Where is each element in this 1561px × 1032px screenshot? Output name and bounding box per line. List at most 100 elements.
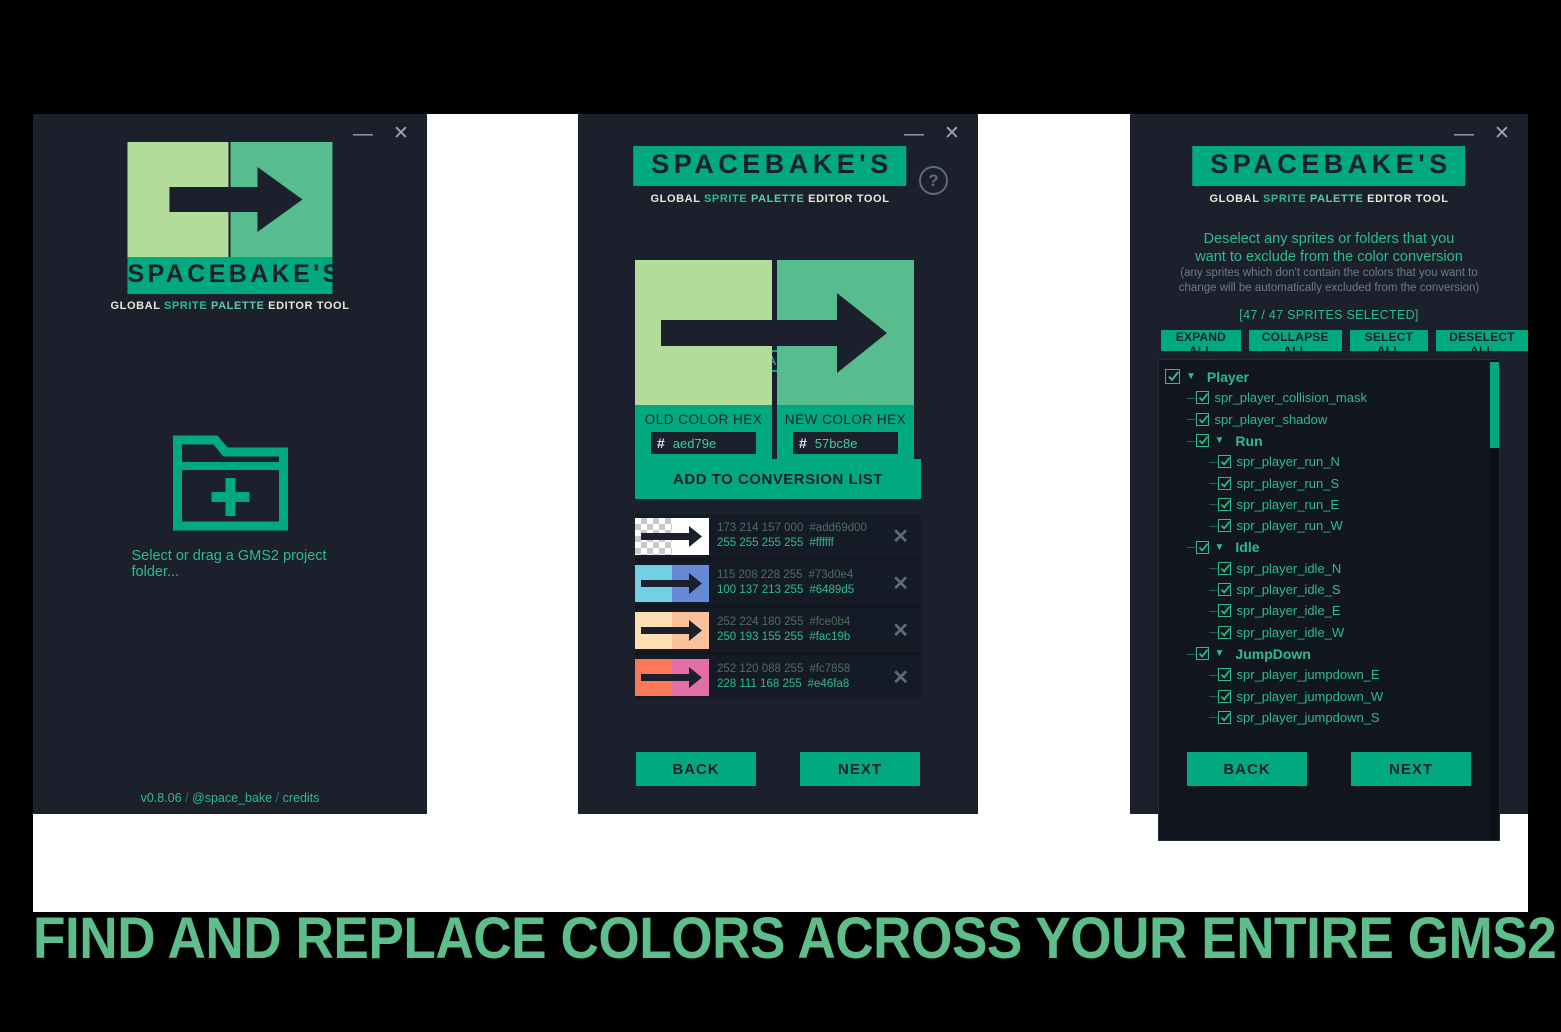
back-button[interactable]: BACK [636, 752, 756, 786]
tree-expand-toggle[interactable]: ▼ [1215, 435, 1225, 446]
tree-row[interactable]: ─ spr_player_idle_N [1159, 558, 1499, 579]
old-color-preview[interactable] [635, 260, 772, 405]
tagline-part-sprite: SPRITE [1262, 193, 1310, 205]
app-logo-small: SPACEBAKE'S GLOBAL SPRITE PALETTE EDITOR… [1192, 146, 1466, 205]
close-button[interactable]: ✕ [389, 122, 413, 146]
tree-checkbox[interactable] [1165, 369, 1180, 385]
tree-row[interactable]: ─ spr_player_collision_mask [1159, 387, 1499, 408]
tree-checkbox[interactable] [1217, 710, 1231, 724]
tree-checkbox[interactable] [1217, 583, 1231, 597]
tree-toolbar: EXPAND ALL COLLAPSE ALL SELECT ALL DESELECT… [1161, 330, 1528, 358]
twitter-handle-link[interactable]: @space_bake [192, 791, 272, 805]
tagline-part-tool: TOOL [856, 193, 890, 205]
old-color-hex-value[interactable]: aed79e [673, 436, 716, 451]
old-color-swatch[interactable]: OLD COLOR HEX # aed79e [635, 260, 772, 463]
minimize-button[interactable]: — [902, 122, 926, 146]
logo-wordmark: SPACEBAKE'S [127, 257, 339, 294]
old-color-hex-input[interactable]: # aed79e [651, 432, 756, 454]
tree-checkbox[interactable] [1217, 561, 1231, 575]
tree-checkbox[interactable] [1217, 604, 1231, 618]
tree-row[interactable]: ─ spr_player_shadow [1159, 409, 1499, 430]
back-button[interactable]: BACK [1187, 752, 1307, 786]
tree-tool-button-expand-all[interactable]: EXPAND ALL [1161, 330, 1241, 358]
tree-row[interactable]: ─ spr_player_jumpdown_E [1159, 664, 1499, 685]
tree-row[interactable]: ─ ▼ JumpDown [1159, 643, 1499, 664]
tree-item-label: spr_player_idle_S [1236, 582, 1341, 598]
add-to-conversion-list-button[interactable]: ADD TO CONVERSION LIST [635, 459, 921, 499]
tree-tool-button-collapse-all[interactable]: COLLAPSE ALL [1248, 330, 1342, 358]
new-color-hex-input[interactable]: # 57bc8e [793, 432, 898, 454]
conversion-new-values: 100 137 213 255 #6489d5 [717, 584, 855, 596]
tree-row[interactable]: ─ spr_player_run_S [1159, 472, 1499, 493]
tree-row[interactable]: ─ spr_player_jumpdown_W [1159, 685, 1499, 706]
tree-connector: ─ [1209, 476, 1218, 491]
tagline-part-palette: PALETTE [210, 300, 269, 312]
folder-plus-icon[interactable] [171, 434, 289, 532]
tree-expand-toggle[interactable]: ▼ [1215, 648, 1225, 659]
tree-item-label: spr_player_idle_E [1236, 603, 1341, 619]
tree-tool-button-select-all[interactable]: SELECT ALL [1349, 330, 1429, 358]
help-icon[interactable]: ? [919, 166, 948, 195]
tree-row[interactable]: ─ spr_player_idle_S [1159, 579, 1499, 600]
next-button[interactable]: NEXT [800, 752, 920, 786]
new-color-preview[interactable] [777, 260, 914, 405]
tree-checkbox[interactable] [1217, 668, 1231, 682]
instruction-text: Deselect any sprites or folders that you… [1130, 230, 1528, 267]
tree-connector: ─ [1209, 497, 1218, 512]
tree-expand-toggle[interactable]: ▼ [1186, 371, 1196, 382]
tree-row[interactable]: ─ spr_player_run_W [1159, 515, 1499, 536]
drop-zone-label: Select or drag a GMS2 project folder... [131, 548, 327, 580]
tree-checkbox[interactable] [1217, 625, 1231, 639]
tree-scrollbar-thumb[interactable] [1490, 362, 1499, 448]
new-color-hex-value[interactable]: 57bc8e [815, 436, 858, 451]
sprite-count-label: [47 / 47 SPRITES SELECTED] [1239, 308, 1419, 322]
tree-connector: ─ [1187, 412, 1196, 427]
tree-connector: ─ [1209, 454, 1218, 469]
tree-checkbox[interactable] [1195, 391, 1209, 405]
tree-checkbox[interactable] [1195, 540, 1209, 554]
tree-checkbox[interactable] [1217, 497, 1231, 511]
remove-conversion-button[interactable]: ✕ [886, 665, 915, 690]
conversion-values: 115 208 228 255 #73d0e4 100 137 213 255 #6… [709, 568, 886, 597]
conversion-row[interactable]: 252 120 088 255 #fc7858 228 111 168 255 #e… [635, 655, 921, 699]
tree-row[interactable]: ─ spr_player_run_N [1159, 451, 1499, 472]
conversion-new-values: 250 193 155 255 #fac19b [717, 631, 851, 643]
new-color-swatch[interactable]: NEW COLOR HEX # 57bc8e [777, 260, 914, 463]
folder-drop-zone[interactable]: Select or drag a GMS2 project folder... [132, 434, 329, 580]
remove-conversion-button[interactable]: ✕ [886, 571, 915, 596]
conversion-row[interactable]: 252 224 180 255 #fce0b4 250 193 155 255 #f… [635, 608, 921, 652]
logo-wordmark: SPACEBAKE'S [1192, 146, 1466, 186]
tree-checkbox[interactable] [1217, 519, 1231, 533]
hash-prefix: # [799, 435, 807, 451]
tree-expand-toggle[interactable]: ▼ [1215, 542, 1225, 553]
conversion-row[interactable]: 173 214 157 000 #add69d00 255 255 255 255… [635, 514, 921, 558]
tagline-part-tool: TOOL [1415, 193, 1449, 205]
tree-row[interactable]: ─ spr_player_idle_E [1159, 600, 1499, 621]
tree-checkbox[interactable] [1195, 434, 1209, 448]
tree-row[interactable]: ▼ Player [1159, 366, 1499, 387]
sprite-tree: ▼ Player ─ spr_player_collision_mask ─ s… [1159, 360, 1499, 728]
tree-checkbox[interactable] [1217, 689, 1231, 703]
tree-checkbox[interactable] [1217, 476, 1231, 490]
credits-link[interactable]: credits [283, 791, 320, 805]
close-button[interactable]: ✕ [940, 122, 964, 146]
tree-row[interactable]: ─ spr_player_run_E [1159, 494, 1499, 515]
tree-checkbox[interactable] [1195, 412, 1209, 426]
remove-conversion-button[interactable]: ✕ [886, 524, 915, 549]
minimize-button[interactable]: — [351, 122, 375, 146]
tree-tool-button-deselect-all[interactable]: DESELECT ALL [1436, 330, 1528, 358]
tree-row[interactable]: ─ spr_player_jumpdown_S [1159, 707, 1499, 728]
next-button[interactable]: NEXT [1351, 752, 1471, 786]
tree-checkbox[interactable] [1195, 647, 1209, 660]
conversion-row[interactable]: 115 208 228 255 #73d0e4 100 137 213 255 #6… [635, 561, 921, 605]
conversion-old-swatch [635, 517, 672, 555]
tree-row[interactable]: ─ spr_player_idle_W [1159, 622, 1499, 643]
window-sprite-selection: — ✕ SPACEBAKE'S GLOBAL SPRITE PALETTE ED… [1130, 114, 1528, 841]
tree-row[interactable]: ─ ▼ Idle [1159, 536, 1499, 557]
tree-checkbox[interactable] [1217, 455, 1231, 469]
remove-conversion-button[interactable]: ✕ [886, 618, 915, 643]
tree-row[interactable]: ─ ▼ Run [1159, 430, 1499, 451]
minimize-button[interactable]: — [1452, 122, 1476, 146]
close-button[interactable]: ✕ [1490, 122, 1514, 146]
conversion-swatch-pair [635, 564, 709, 602]
